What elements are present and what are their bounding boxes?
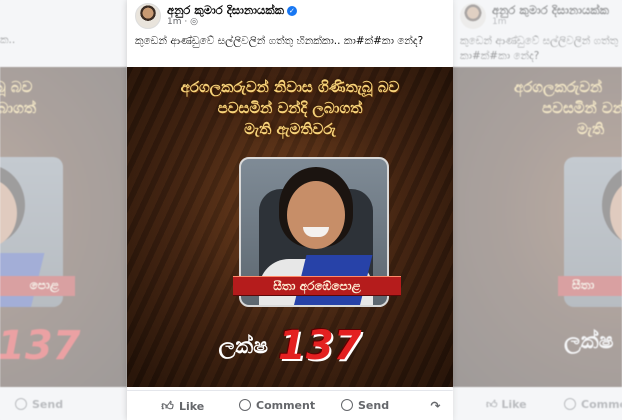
ghost-right-caption-2: කා#ක්#කා නේද? [460, 50, 540, 62]
ghost-right-author: අනුර කුමාර දිසානායක්ක [492, 3, 609, 17]
ghost-left-name-band: පොළ [0, 276, 75, 296]
post-caption: කුඩෙන් ආණ්ඩුවේ සල්ලිවලින් ගත්තු හිනක්කා.… [135, 35, 424, 47]
ghost-left-image: ගිණිතැබූ බව ලබාගත් පොළ 137 [0, 67, 127, 387]
portrait-face [287, 181, 345, 249]
ghost-left-headline: ගිණිතැබූ බව [0, 78, 33, 96]
post-image[interactable]: අරගලකරුවන් නිවාස ගිණිතැබූ බව පවසමින් වන්… [127, 67, 453, 387]
ghost-right-time: 1m [492, 17, 507, 27]
like-label: Like [179, 400, 205, 413]
author-name[interactable]: අනුර කුමාර දිසානායක්ක [167, 3, 284, 17]
post-header: අනුර කුමාර දිසානායක්ක ✓ 1m · ◎ [127, 0, 453, 30]
share-button[interactable]: ↷ [429, 391, 447, 420]
share-arrow-icon: ↷ [430, 399, 441, 413]
thumbs-up-icon: 👍︎ [486, 398, 502, 411]
send-label: Send [358, 399, 390, 412]
image-headline-line-2: පවසමින් වන්දි ලබාගත් [217, 99, 363, 117]
ghost-right-comment: Commen [564, 390, 622, 420]
image-headline-line-3: මැති ඇමතිවරු [244, 120, 336, 138]
ghost-right-headline-3: මැති [577, 120, 605, 138]
ghost-left-headline-2: ලබාගත් [0, 99, 37, 117]
ghost-right-like: 👍︎ Like [486, 390, 527, 420]
ghost-left-amount: 137 [0, 323, 81, 369]
ghost-right-comment-label: Commen [581, 398, 622, 411]
ghost-right-name-band: සීතා [558, 276, 622, 296]
post-action-bar: 👍︎ Like Comment Send ↷ [127, 390, 453, 420]
verified-badge-icon: ✓ [286, 6, 297, 16]
post-meta: 1m · ◎ [167, 17, 198, 27]
comment-bubble-icon [239, 399, 251, 411]
faded-post-left: ක.. ගිණිතැබූ බව ලබාගත් පොළ 137 Send [0, 0, 127, 420]
ghost-right-image: අරගලකරුවන් පවසමින් වන් මැති සීතා ලක්ෂ [452, 67, 622, 387]
ghost-left-send: Send [15, 390, 63, 420]
ghost-left-send-label: Send [32, 398, 64, 411]
ghost-right-amount-label: ලක්ෂ [564, 329, 614, 354]
ghost-right-headline: අරගලකරුවන් [514, 78, 603, 96]
ghost-right-avatar [460, 3, 486, 29]
amount-label: ලක්ෂ [218, 333, 269, 359]
facebook-post: අනුර කුමාර දිසානායක්ක ✓ 1m · ◎ කුඩෙන් ආණ්… [127, 0, 453, 420]
ghost-right-like-label: Like [501, 398, 527, 411]
author-name-line[interactable]: අනුර කුමාර දිසානායක්ක ✓ [167, 3, 297, 18]
globe-icon: ◎ [190, 17, 198, 27]
faded-post-right: අනුර කුමාර දිසානායක්ක 1m කුඩෙන් ආණ්ඩුවේ … [452, 0, 622, 420]
image-headline-line-1: අරගලකරුවන් නිවාස ගිණිතැබූ බව [180, 78, 400, 96]
send-icon [15, 398, 27, 410]
person-name-band: සීතා අරඹේපොළ [233, 276, 401, 296]
ghost-right-caption-1: කුඩෙන් ආණ්ඩුවේ සල්ලිවලින් ගත්තු හිනක්කා.… [460, 35, 622, 47]
comment-label: Comment [256, 399, 316, 412]
post-time[interactable]: 1m [167, 17, 182, 27]
ghost-right-headline-2: පවසමින් වන් [542, 99, 622, 117]
like-button[interactable]: 👍︎ Like [161, 391, 204, 420]
ghost-left-caption: ක.. [0, 34, 16, 46]
comment-button[interactable]: Comment [239, 391, 315, 420]
amount-line: ලක්ෂ 137 [127, 323, 453, 369]
thumbs-up-icon: 👍︎ [161, 399, 174, 413]
send-button[interactable]: Send [341, 391, 389, 420]
comment-bubble-icon [564, 398, 576, 410]
author-avatar[interactable] [135, 3, 161, 29]
send-icon [341, 399, 353, 411]
amount-value: 137 [278, 323, 362, 369]
